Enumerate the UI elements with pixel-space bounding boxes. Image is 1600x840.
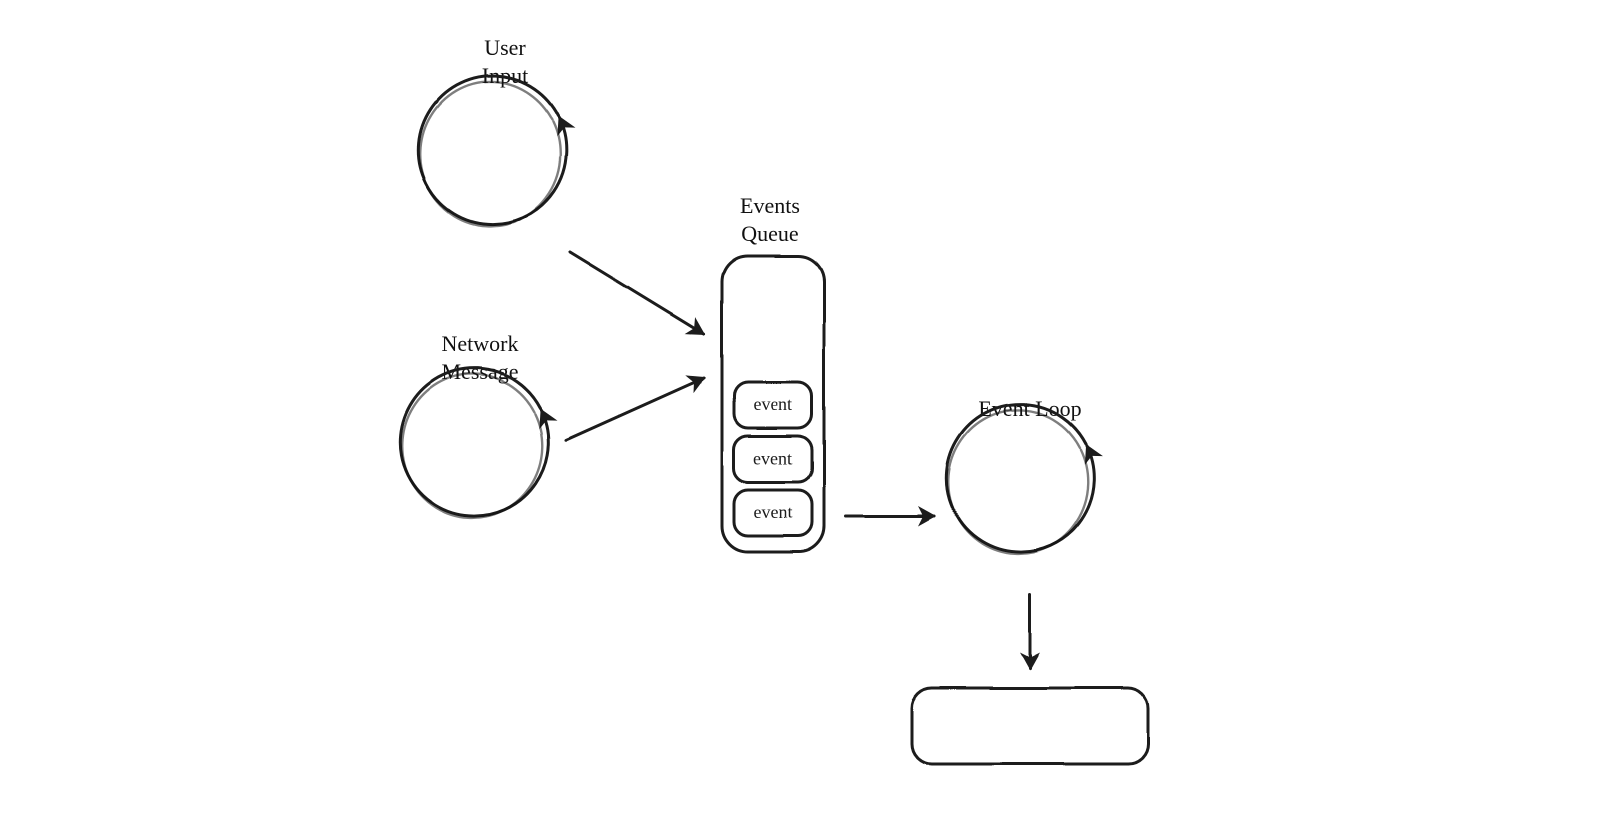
queue-item-1: event (734, 436, 812, 482)
user-input-node (418, 76, 566, 226)
edge-userinput-to-queue (570, 252, 704, 334)
network-message-node (400, 368, 548, 518)
queue-item-0-label: event (754, 394, 793, 414)
queue-item-2-label: event (754, 502, 793, 522)
event-loop-node (946, 404, 1094, 554)
diagram-svg: event event event (0, 0, 1600, 840)
events-queue-node: event event event (722, 256, 824, 552)
screen-node (912, 688, 1148, 764)
diagram-canvas: User Input Network Message Events Queue … (0, 0, 1600, 840)
edge-network-to-queue (566, 378, 704, 440)
queue-item-0: event (734, 382, 812, 428)
queue-item-2: event (734, 490, 812, 536)
queue-item-1-label: event (754, 448, 793, 468)
